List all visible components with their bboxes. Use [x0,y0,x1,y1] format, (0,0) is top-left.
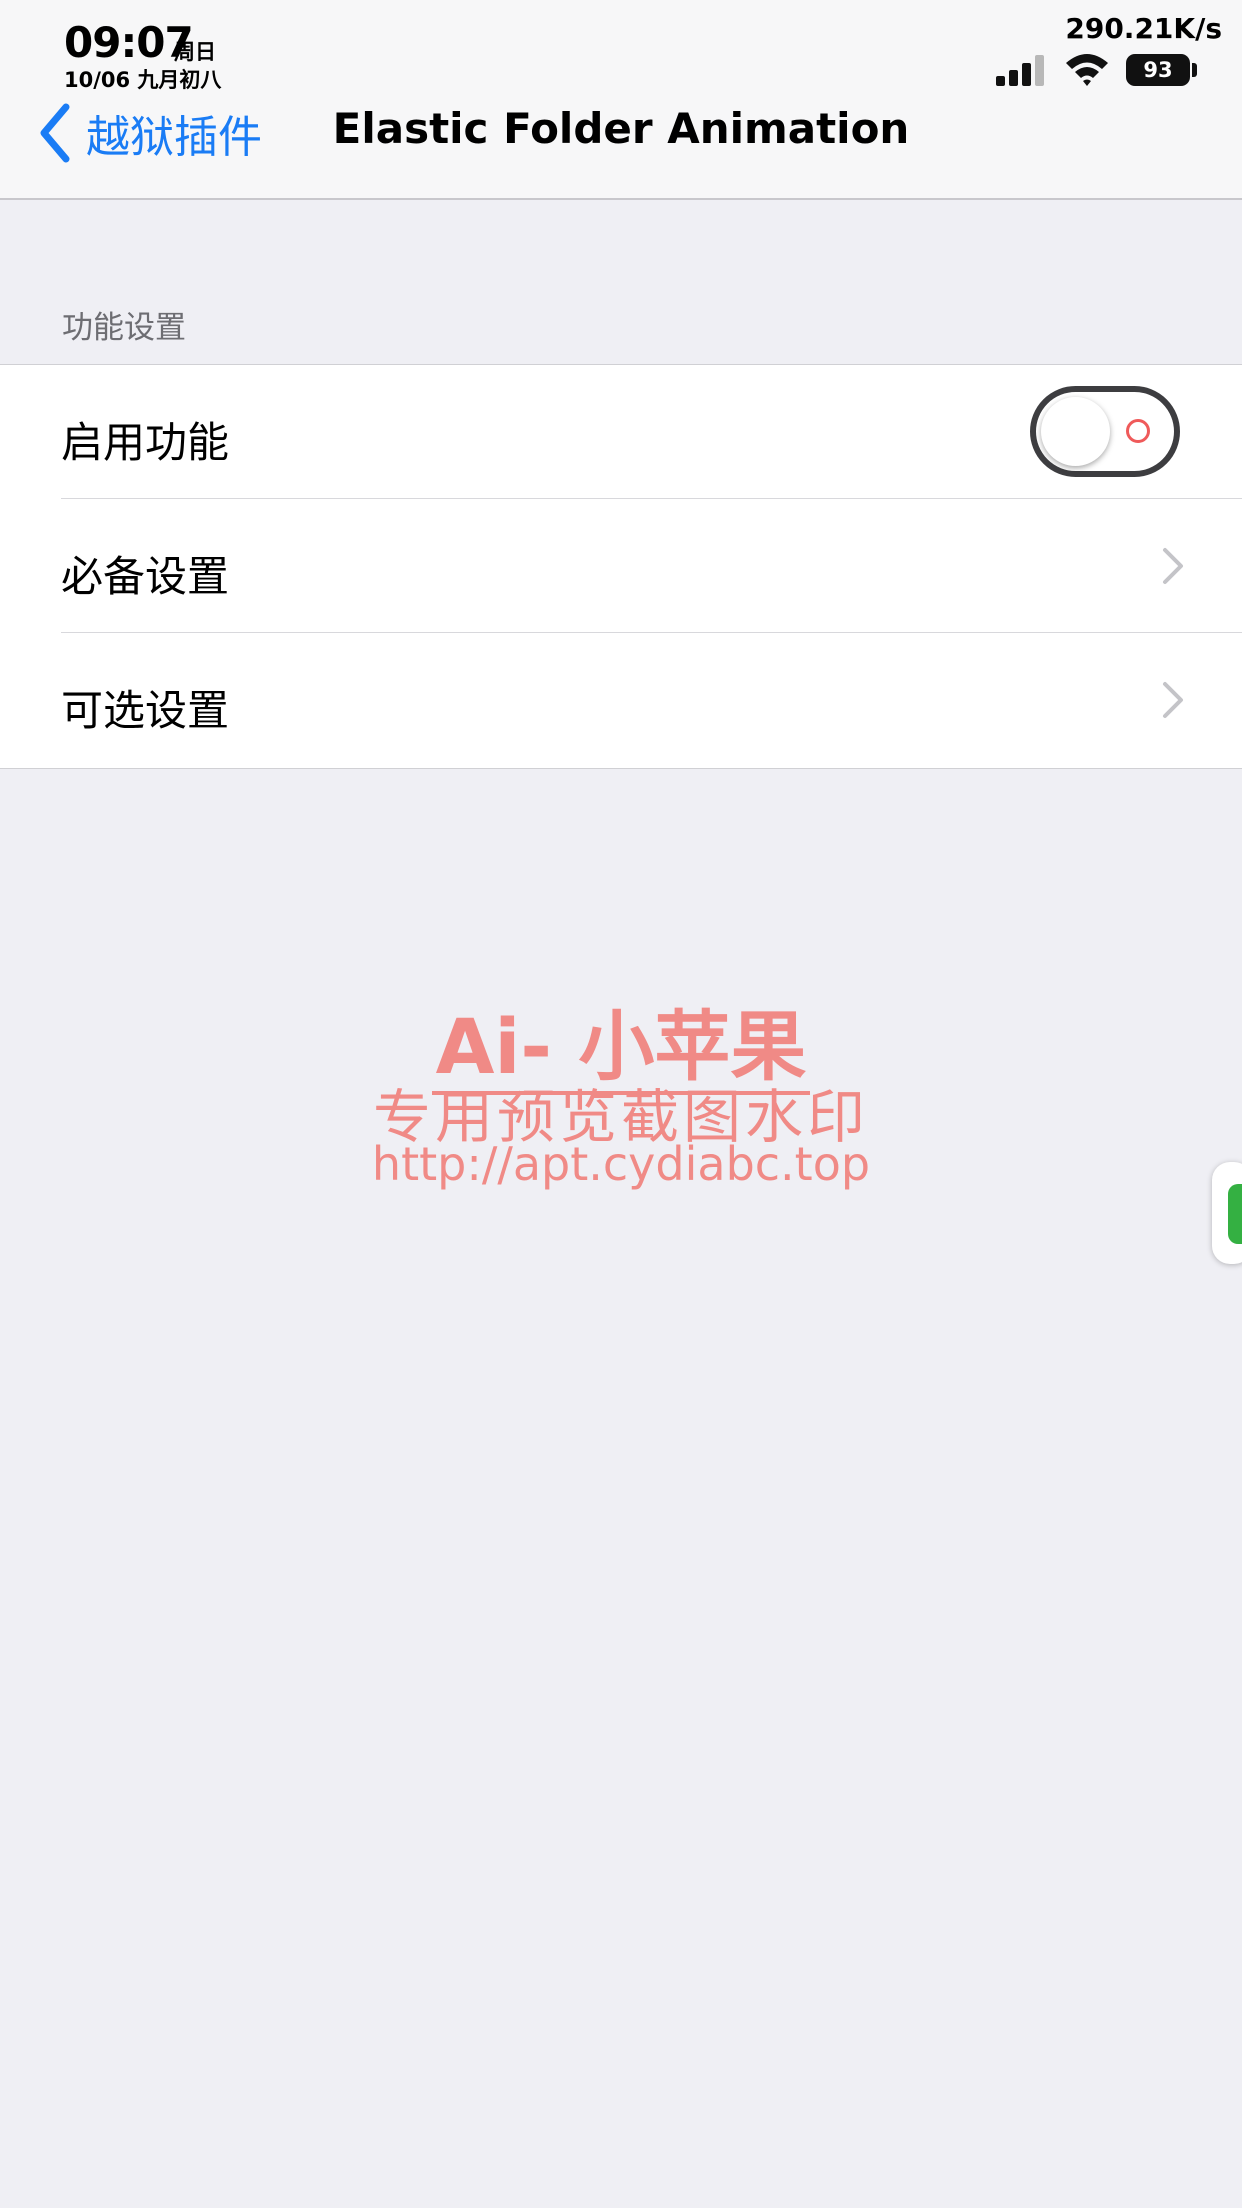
row-required-settings[interactable]: 必备设置 [0,499,1242,633]
enable-toggle[interactable] [1030,386,1180,477]
network-speed: 290.21K/s [1065,12,1222,45]
header: 09:07 周日 10/06 九月初八 290.21K/s 93 越狱插件 El… [0,0,1242,200]
watermark-url: http://apt.cydiabc.top [371,1137,871,1191]
status-date: 10/06 九月初八 [64,68,222,92]
row-label: 可选设置 [61,686,230,735]
row-label: 启用功能 [61,418,230,467]
chevron-right-icon [1163,682,1183,718]
settings-group: 启用功能 必备设置 可选设置 [0,364,1242,769]
row-label: 必备设置 [61,552,230,601]
chevron-right-icon [1163,548,1183,584]
battery-icon: 93 [1126,54,1190,86]
page-title: Elastic Folder Animation [332,104,910,153]
row-enable-feature[interactable]: 启用功能 [0,365,1242,499]
handle-icon [1228,1184,1242,1244]
wifi-icon [1066,54,1108,86]
battery-tip [1192,63,1197,77]
toggle-knob [1041,397,1110,466]
cellular-signal-icon [996,54,1048,86]
section-header: 功能设置 [62,310,186,346]
toggle-off-indicator [1126,419,1150,443]
row-optional-settings[interactable]: 可选设置 [0,633,1242,767]
floating-assistive-handle[interactable] [1212,1162,1242,1264]
status-weekday: 周日 [174,40,216,64]
